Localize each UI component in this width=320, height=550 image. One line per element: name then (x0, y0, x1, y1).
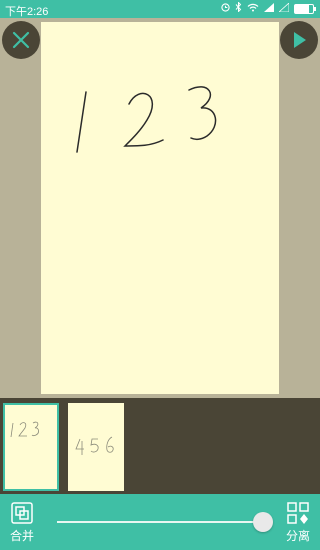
status-bar: 下午2:26 (0, 0, 320, 18)
merge-button[interactable]: 合并 (2, 502, 42, 544)
close-button[interactable] (2, 21, 40, 59)
thumbnail-sketch-456 (75, 436, 114, 455)
bluetooth-icon (235, 1, 242, 15)
bottom-toolbar: 合并 分离 (0, 494, 320, 550)
split-icon (287, 502, 309, 524)
thumbnail-sketch-123 (10, 421, 39, 438)
slider-thumb[interactable] (252, 512, 273, 532)
handwritten-123 (76, 86, 217, 153)
wifi-icon (247, 3, 259, 15)
page-slider[interactable] (57, 512, 273, 532)
alarm-icon (221, 2, 230, 15)
status-icons (221, 1, 316, 15)
merge-icon (11, 502, 33, 524)
play-button[interactable] (280, 21, 318, 59)
close-icon (12, 31, 30, 49)
status-time: 下午2:26 (5, 6, 49, 18)
play-icon (294, 32, 306, 48)
thumbnail-strip (0, 398, 320, 494)
split-button[interactable]: 分离 (278, 502, 318, 544)
thumbnail-page-2[interactable] (68, 403, 124, 491)
merge-label: 合并 (9, 529, 34, 543)
split-label: 分离 (285, 529, 310, 543)
battery-icon (294, 3, 316, 14)
thumbnail-page-1[interactable] (3, 403, 59, 491)
no-signal-icon (277, 1, 290, 15)
current-page[interactable] (41, 22, 279, 394)
editor-canvas (0, 18, 320, 398)
signal-icon (264, 2, 274, 15)
